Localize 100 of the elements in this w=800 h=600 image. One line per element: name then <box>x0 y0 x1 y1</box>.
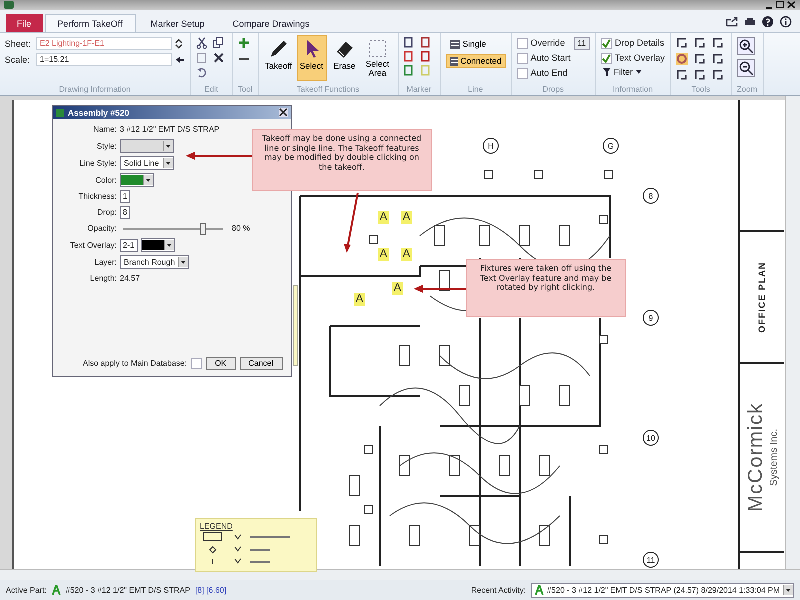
marker-icon[interactable] <box>420 37 430 48</box>
tool-icon[interactable] <box>694 53 706 65</box>
ribbon-tab[interactable]: File <box>6 14 43 32</box>
close-icon[interactable] <box>787 1 796 9</box>
field-value: 3 #12 1/2" EMT D/S STRAP <box>120 125 220 134</box>
tool-icon[interactable] <box>712 69 724 81</box>
ribbon-tab[interactable]: Compare Drawings <box>220 14 323 32</box>
print-icon[interactable] <box>744 17 756 27</box>
light-fixture <box>434 226 446 246</box>
checkbox[interactable] <box>516 38 528 48</box>
checkbox[interactable] <box>601 52 612 64</box>
filter-dropdown[interactable]: Filter <box>601 67 666 77</box>
line-icon <box>450 40 460 48</box>
checkbox[interactable] <box>516 52 528 64</box>
undo-icon[interactable] <box>196 67 208 79</box>
tool-icon[interactable] <box>694 69 706 81</box>
share-icon[interactable] <box>726 17 738 27</box>
combo-box[interactable]: 1=15.21 <box>36 53 172 66</box>
dialog-button[interactable]: OK <box>206 357 236 370</box>
group-label: Marker <box>406 85 433 95</box>
callout-arrow <box>414 285 466 293</box>
assembly-icon <box>56 108 64 116</box>
tool-button[interactable]: Select Area <box>362 35 393 81</box>
checkbox-label: Drop Details <box>615 38 665 48</box>
callout-note: Fixtures were taken off using the Text Overlay feature and may be rotated by right clicking. <box>466 259 626 317</box>
line-option[interactable]: Connected <box>446 54 506 68</box>
tool-button[interactable]: Erase <box>330 35 360 81</box>
copy-icon[interactable] <box>213 37 225 49</box>
dialog-button[interactable]: Cancel <box>240 357 283 370</box>
group-label: Takeoff Functions <box>296 85 360 95</box>
fixture-label: A <box>378 211 390 224</box>
light-fixture <box>520 386 530 406</box>
group-label: Edit <box>204 85 220 95</box>
input-field[interactable]: 1 <box>120 190 130 203</box>
caret-icon <box>166 144 171 148</box>
dropdown[interactable]: Branch Rough <box>120 255 190 269</box>
light-fixture <box>400 456 410 476</box>
field-label: Text Overlay: <box>69 240 117 250</box>
light-fixture <box>560 226 570 246</box>
horizontal-scrollbar[interactable] <box>0 569 800 580</box>
funnel-icon <box>603 68 612 76</box>
spinner-icon[interactable] <box>175 38 183 48</box>
maximize-icon[interactable] <box>776 1 785 9</box>
ribbon-tab[interactable]: Perform TakeOff <box>44 14 136 32</box>
input-field[interactable]: 2-1 <box>120 238 138 252</box>
scissors-icon[interactable] <box>196 37 208 49</box>
delete-icon[interactable] <box>213 52 225 64</box>
zoom-out-icon[interactable] <box>737 59 756 77</box>
field-label: Drop: <box>96 208 117 217</box>
info-icon[interactable] <box>780 16 792 28</box>
vertical-scrollbar[interactable] <box>785 96 800 569</box>
caret-icon <box>166 162 171 164</box>
tool-icon[interactable] <box>694 37 706 49</box>
back-arrow-icon[interactable] <box>175 56 185 64</box>
input-field[interactable]: 8 <box>120 206 130 219</box>
checkbox[interactable] <box>601 38 612 48</box>
active-part: #520 - 3 #12 1/2" EMT D/S STRAP <box>66 586 190 594</box>
checkbox[interactable] <box>516 68 528 78</box>
light-fixture <box>470 526 480 546</box>
apply-label: Also apply to Main Database: <box>83 359 188 368</box>
ribbon-tab[interactable]: Marker Setup <box>138 14 218 32</box>
combo-box[interactable]: E2 Lighting-1F-E1 <box>36 37 172 50</box>
close-icon[interactable] <box>279 108 288 117</box>
marker-icon[interactable] <box>404 51 413 62</box>
slider-thumb[interactable] <box>200 222 206 234</box>
tool-icon[interactable] <box>712 53 724 65</box>
tool-icon[interactable] <box>676 37 688 49</box>
checkbox-label: Auto End <box>530 68 568 78</box>
marker-icon[interactable] <box>404 37 413 48</box>
light-fixture <box>350 476 360 496</box>
dialog-title: Assembly #520 <box>68 108 130 118</box>
tool-icon[interactable] <box>676 69 688 81</box>
help-icon[interactable] <box>762 16 774 28</box>
field-label: Opacity: <box>86 224 117 233</box>
dropdown[interactable]: Solid Line <box>120 156 174 170</box>
color-picker[interactable] <box>140 238 175 252</box>
line-option[interactable]: Single <box>446 37 506 51</box>
field-label: Scale: <box>5 54 32 64</box>
target-icon[interactable] <box>676 53 688 65</box>
plus-icon[interactable] <box>238 37 250 49</box>
checkbox-label: Auto Start <box>530 53 571 63</box>
color-picker[interactable] <box>120 173 154 187</box>
checkbox[interactable] <box>191 358 202 369</box>
part-icon <box>535 585 544 595</box>
tool-icon[interactable] <box>712 37 724 49</box>
count-field[interactable]: 11 <box>574 37 590 50</box>
marker-icon[interactable] <box>420 51 430 62</box>
tool-button[interactable]: Select <box>296 35 327 81</box>
group-label: Drops <box>542 85 566 95</box>
recent-activity-dropdown[interactable]: #520 - 3 #12 1/2" EMT D/S STRAP (24.57) 8/29/2014 1:33:04 PM <box>531 582 794 598</box>
status-label: Active Part: <box>6 586 47 594</box>
field-label: Sheet: <box>5 38 32 48</box>
light-fixture <box>540 526 550 546</box>
tool-button[interactable]: Takeoff <box>264 35 294 81</box>
group-label: Line <box>467 85 484 95</box>
fixture-label: A <box>354 293 366 306</box>
light-fixture <box>410 526 420 546</box>
light-fixture <box>400 346 410 366</box>
zoom-in-icon[interactable] <box>737 37 756 55</box>
marker-icon[interactable] <box>404 65 413 76</box>
